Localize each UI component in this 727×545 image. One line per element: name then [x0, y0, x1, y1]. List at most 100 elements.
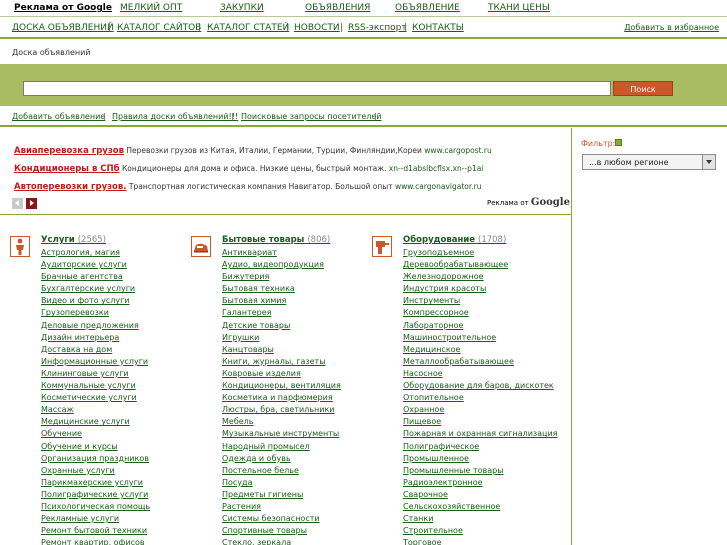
subcategory-link[interactable]: Полиграфические услуги — [41, 489, 150, 501]
subcategory-link[interactable]: Отопительное — [403, 392, 558, 404]
ad-link-purchases[interactable]: ЗАКУПКИ — [220, 3, 264, 13]
text-ad-title[interactable]: Авиаперевозка грузов — [14, 146, 124, 156]
subcategory-link[interactable]: Народный промысел — [222, 441, 341, 453]
subcategory-link[interactable]: Косметика и парфюмерия — [222, 392, 341, 404]
subcategory-link[interactable]: Полиграфическое — [403, 441, 558, 453]
text-ad-title[interactable]: Автоперевозки грузов. — [14, 182, 127, 192]
subcategory-link[interactable]: Охранное — [403, 404, 558, 416]
subcategory-link[interactable]: Промышленное — [403, 453, 558, 465]
region-select[interactable]: ...в любом регионе — [582, 154, 716, 170]
subcategory-link[interactable]: Спортивные товары — [222, 525, 341, 537]
subcategory-link[interactable]: Игрушки — [222, 332, 341, 344]
subcategory-link[interactable]: Стекло, зеркала — [222, 537, 341, 545]
subcategory-link[interactable]: Компрессорное — [403, 307, 558, 319]
subcategory-link[interactable]: Сварочное — [403, 489, 558, 501]
filter-toggle-icon[interactable] — [615, 139, 622, 146]
ad-link-ads[interactable]: ОБЪЯВЛЕНИЯ — [305, 3, 370, 13]
search-input[interactable] — [23, 81, 611, 96]
subcategory-link[interactable]: Организация праздников — [41, 453, 150, 465]
subcategory-link[interactable]: Доставка на дом — [41, 344, 150, 356]
subcategory-link[interactable]: Оборудование для баров, дискотек — [403, 380, 558, 392]
subcategory-link[interactable]: Косметические услуги — [41, 392, 150, 404]
subcategory-link[interactable]: Обучение и курсы — [41, 441, 150, 453]
text-ad-url[interactable]: www.cargopost.ru — [424, 146, 492, 155]
subcategory-link[interactable]: Торговое — [403, 537, 558, 545]
subcategory-link[interactable]: Видео и фото услуги — [41, 295, 150, 307]
subcategory-link[interactable]: Медицинские услуги — [41, 416, 150, 428]
subcategory-link[interactable]: Постельное белье — [222, 465, 341, 477]
text-ad-url[interactable]: xn--d1abslbcflsx.xn--p1ai — [389, 164, 484, 173]
nav-articles-catalog[interactable]: КАТАЛОГ СТАТЕЙ — [207, 23, 289, 33]
subcategory-link[interactable]: Аудио, видеопродукция — [222, 259, 341, 271]
category-title[interactable]: Оборудование (1708) — [403, 235, 558, 247]
subcategory-link[interactable]: Охранные услуги — [41, 465, 150, 477]
category-title[interactable]: Услуги (2565) — [41, 235, 150, 247]
nav-rss-export[interactable]: RSS-экспорт — [348, 23, 407, 33]
subcategory-link[interactable]: Детские товары — [222, 320, 341, 332]
subcategory-link[interactable]: Посуда — [222, 477, 341, 489]
text-ad-title[interactable]: Кондиционеры в СПб — [14, 164, 120, 174]
subcategory-link[interactable]: Музыкальные инструменты — [222, 428, 341, 440]
subcategory-link[interactable]: Мебель — [222, 416, 341, 428]
subcategory-link[interactable]: Ковровые изделия — [222, 368, 341, 380]
subcategory-link[interactable]: Медицинское — [403, 344, 558, 356]
subcategory-link[interactable]: Дизайн интерьера — [41, 332, 150, 344]
nav-news[interactable]: НОВОСТИ — [294, 23, 340, 33]
ads-next-button[interactable] — [26, 198, 37, 209]
subcategory-link[interactable]: Сельскохозяйственное — [403, 501, 558, 513]
subcategory-link[interactable]: Станки — [403, 513, 558, 525]
subcategory-link[interactable]: Грузоподъемное — [403, 247, 558, 259]
subcategory-link[interactable]: Рекламные услуги — [41, 513, 150, 525]
search-button[interactable]: Поиск — [613, 81, 673, 96]
subcategory-link[interactable]: Бытовая техника — [222, 283, 341, 295]
subcategory-link[interactable]: Астрология, магия — [41, 247, 150, 259]
subcategory-link[interactable]: Пищевое — [403, 416, 558, 428]
subcategory-link[interactable]: Системы безопасности — [222, 513, 341, 525]
search-queries-link[interactable]: Поисковые запросы посетителей — [241, 112, 381, 121]
ads-prev-button[interactable] — [12, 198, 23, 209]
subcategory-link[interactable]: Пожарная и охранная сигнализация — [403, 428, 558, 440]
subcategory-link[interactable]: Грузоперевозки — [41, 307, 150, 319]
subcategory-link[interactable]: Бытовая химия — [222, 295, 341, 307]
subcategory-link[interactable]: Галантерея — [222, 307, 341, 319]
subcategory-link[interactable]: Антиквариат — [222, 247, 341, 259]
subcategory-link[interactable]: Инструменты — [403, 295, 558, 307]
subcategory-link[interactable]: Люстры, бра, светильники — [222, 404, 341, 416]
subcategory-link[interactable]: Растения — [222, 501, 341, 513]
subcategory-link[interactable]: Радиоэлектронное — [403, 477, 558, 489]
google-ads-label[interactable]: Реклама от Google — [14, 3, 112, 13]
nav-board[interactable]: ДОСКА ОБЪЯВЛЕНИЙ — [12, 23, 114, 33]
subcategory-link[interactable]: Клининговые услуги — [41, 368, 150, 380]
nav-sites-catalog[interactable]: КАТАЛОГ САЙТОВ — [117, 23, 201, 33]
ad-link-fabric-prices[interactable]: ТКАНИ ЦЕНЫ — [488, 3, 550, 13]
subcategory-link[interactable]: Книги, журналы, газеты — [222, 356, 341, 368]
subcategory-link[interactable]: Деловые предложения — [41, 320, 150, 332]
subcategory-link[interactable]: Информационные услуги — [41, 356, 150, 368]
category-title[interactable]: Бытовые товары (806) — [222, 235, 341, 247]
subcategory-link[interactable]: Бижутерия — [222, 271, 341, 283]
subcategory-link[interactable]: Канцтовары — [222, 344, 341, 356]
subcategory-link[interactable]: Массаж — [41, 404, 150, 416]
subcategory-link[interactable]: Лабораторное — [403, 320, 558, 332]
chevron-down-icon[interactable] — [702, 155, 715, 169]
subcategory-link[interactable]: Коммунальные услуги — [41, 380, 150, 392]
board-rules-link[interactable]: Правила доски объявлений!!! — [112, 112, 238, 121]
subcategory-link[interactable]: Металлообрабатывающее — [403, 356, 558, 368]
subcategory-link[interactable]: Железнодорожное — [403, 271, 558, 283]
subcategory-link[interactable]: Парикмахерские услуги — [41, 477, 150, 489]
add-ad-link[interactable]: Добавить объявление — [12, 112, 105, 121]
subcategory-link[interactable]: Машиностроительное — [403, 332, 558, 344]
subcategory-link[interactable]: Насосное — [403, 368, 558, 380]
subcategory-link[interactable]: Индустрия красоты — [403, 283, 558, 295]
google-ads-badge[interactable]: Реклама от Google — [487, 197, 570, 208]
subcategory-link[interactable]: Строительное — [403, 525, 558, 537]
nav-contacts[interactable]: КОНТАКТЫ — [412, 23, 464, 33]
ad-link-ad[interactable]: ОБЪЯВЛЕНИЕ — [395, 3, 460, 13]
ad-link-small-wholesale[interactable]: МЕЛКИЙ ОПТ — [120, 3, 182, 13]
subcategory-link[interactable]: Ремонт квартир, офисов — [41, 537, 150, 545]
subcategory-link[interactable]: Психологическая помощь — [41, 501, 150, 513]
subcategory-link[interactable]: Аудиторские услуги — [41, 259, 150, 271]
subcategory-link[interactable]: Обучение — [41, 428, 150, 440]
subcategory-link[interactable]: Бухгалтерские услуги — [41, 283, 150, 295]
text-ad-url[interactable]: www.cargonavigator.ru — [395, 182, 482, 191]
